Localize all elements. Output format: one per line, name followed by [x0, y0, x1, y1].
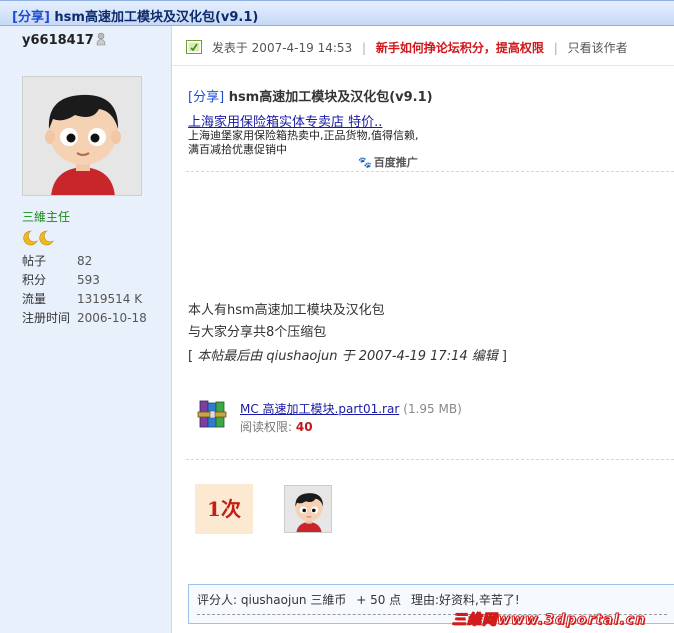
ad-brand[interactable]: 🐾 百度推广: [358, 154, 418, 170]
site-watermark: 三维网www.3dportal.cn: [451, 612, 647, 629]
author-rank: 三維主任: [22, 210, 71, 224]
post-title: [分享] hsm高速加工模块及汉化包(v9.1): [188, 86, 433, 105]
ad-brand-label: 百度推广: [373, 156, 418, 169]
stat-points: 积分 593: [22, 271, 162, 290]
stat-traffic: 流量 1319514 K: [22, 290, 162, 309]
divider: [186, 459, 674, 460]
post-icon: [186, 40, 202, 54]
view-count-badge: 1次: [195, 484, 253, 534]
author-username[interactable]: y6618417: [22, 33, 94, 48]
only-author-link[interactable]: 只看该作者: [568, 41, 628, 55]
stat-registered: 注册时间 2006-10-18: [22, 309, 162, 328]
rating-label: 评分人:: [197, 593, 238, 607]
rar-archive-icon: [197, 400, 227, 428]
attachment-size: (1.95 MB): [403, 402, 462, 416]
separator: |: [553, 41, 558, 55]
attachment-link[interactable]: MC 高速加工模块.part01.rar: [240, 402, 399, 416]
rank-moons-icon: [23, 230, 54, 246]
stat-value: 82: [77, 254, 93, 268]
stat-label: 注册时间: [22, 311, 71, 325]
rating-points: + 50 点: [356, 593, 402, 607]
thread-title-bar: [分享] hsm高速加工模块及汉化包(v9.1): [0, 0, 674, 26]
separator: |: [362, 41, 367, 55]
rater-avatar[interactable]: [284, 485, 332, 533]
hot-link[interactable]: 新手如何挣论坛积分，提高权限: [376, 41, 544, 55]
permission-label: 阅读权限:: [240, 420, 293, 434]
thread-title: hsm高速加工模块及汉化包(v9.1): [54, 10, 259, 25]
thread-tag[interactable]: [分享]: [12, 10, 50, 25]
offline-user-icon: [96, 32, 106, 46]
stat-value: 1319514 K: [77, 292, 143, 306]
post-header: 发表于 2007-4-19 14:53 | 新手如何挣论坛积分，提高权限 | 只…: [172, 26, 674, 66]
edit-note: [ 本帖最后由 qiushaojun 于 2007-4-19 17:14 编辑 …: [188, 345, 507, 364]
attachment-name: MC 高速加工模块.part01.rar (1.95 MB): [240, 400, 462, 417]
rating-line: 评分人: qiushaojun 三維币 + 50 点 理由:好资料,辛苦了!: [197, 591, 674, 608]
post-title-text: hsm高速加工模块及汉化包(v9.1): [228, 90, 433, 105]
author-sidebar: y6618417 三維主任 帖子 82 积分 593 流量 1319514 K …: [0, 26, 172, 633]
stat-label: 帖子: [22, 254, 47, 268]
author-stats: 帖子 82 积分 593 流量 1319514 K 注册时间 2006-10-1…: [22, 252, 162, 328]
attachment-permission: 阅读权限: 40: [240, 418, 313, 435]
ad-link[interactable]: 上海家用保险箱实体专卖店 特价..: [188, 111, 382, 130]
post-content-area: 发表于 2007-4-19 14:53 | 新手如何挣论坛积分，提高权限 | 只…: [172, 26, 674, 633]
post-body-line: 与大家分享共8个压缩包: [188, 325, 327, 340]
divider: [186, 171, 674, 172]
stat-value: 593: [77, 273, 100, 287]
rating-reason: 好资料,辛苦了!: [439, 593, 520, 607]
post-title-tag[interactable]: [分享]: [188, 90, 224, 105]
post-body-line: 本人有hsm高速加工模块及汉化包: [188, 303, 385, 318]
stat-label: 积分: [22, 273, 47, 287]
edit-note-open: [: [188, 349, 198, 364]
rating-currency: 三維币: [310, 593, 347, 607]
rating-reason-label: 理由:: [411, 593, 440, 607]
posted-time: 2007-4-19 14:53: [251, 41, 353, 55]
stat-label: 流量: [22, 292, 47, 306]
author-avatar[interactable]: [22, 76, 142, 196]
permission-value: 40: [295, 420, 313, 434]
stat-posts: 帖子 82: [22, 252, 162, 271]
posted-label: 发表于: [211, 41, 248, 55]
ad-description[interactable]: 上海迪堡家用保险箱热卖中,正品货物,值得信赖,满百减拾优惠促销中: [188, 129, 428, 157]
stat-value: 2006-10-18: [77, 311, 147, 325]
edit-note-close: ]: [497, 349, 507, 364]
paw-icon: 🐾: [358, 156, 372, 169]
rater-name[interactable]: qiushaojun: [241, 593, 307, 607]
edit-note-text: 本帖最后由 qiushaojun 于 2007-4-19 17:14 编辑: [197, 349, 498, 364]
